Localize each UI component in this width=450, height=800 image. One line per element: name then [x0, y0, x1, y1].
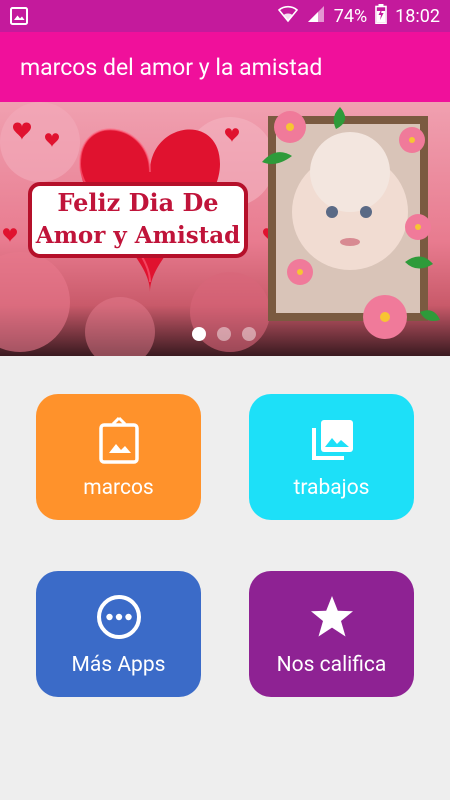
carousel-dot[interactable]	[192, 327, 206, 341]
nos-califica-label: Nos califica	[276, 653, 387, 677]
signal-icon	[306, 5, 326, 28]
app-title: marcos del amor y la amistad	[20, 53, 323, 81]
main-menu-grid: marcos trabajos Más Apps Nos califica	[0, 356, 450, 800]
nos-califica-button[interactable]: Nos califica	[249, 571, 414, 697]
carousel-indicator	[0, 324, 450, 344]
marcos-label: marcos	[83, 476, 154, 500]
portrait-frame-icon	[95, 416, 143, 464]
trabajos-label: trabajos	[293, 476, 370, 500]
more-apps-icon	[95, 593, 143, 641]
battery-percent: 74%	[333, 5, 368, 27]
carousel-dot[interactable]	[242, 327, 256, 341]
clock: 18:02	[395, 5, 440, 27]
app-bar: marcos del amor y la amistad	[0, 32, 450, 102]
wifi-icon	[277, 5, 298, 28]
mas-apps-button[interactable]: Más Apps	[36, 571, 201, 697]
mas-apps-label: Más Apps	[71, 653, 166, 677]
carousel-dot[interactable]	[217, 327, 231, 341]
greeting-line-1: Feliz Dia De	[57, 188, 219, 217]
star-icon	[308, 593, 356, 641]
banner-carousel[interactable]: Feliz Dia De Amor y Amistad	[0, 102, 450, 356]
greeting-line-2: Amor y Amistad	[35, 222, 241, 249]
battery-charging-icon	[375, 3, 387, 29]
trabajos-button[interactable]: trabajos	[249, 394, 414, 520]
marcos-button[interactable]: marcos	[36, 394, 201, 520]
photo-library-icon	[308, 416, 356, 464]
gallery-notification-icon	[10, 7, 28, 25]
status-bar: 74% 18:02	[0, 0, 450, 32]
